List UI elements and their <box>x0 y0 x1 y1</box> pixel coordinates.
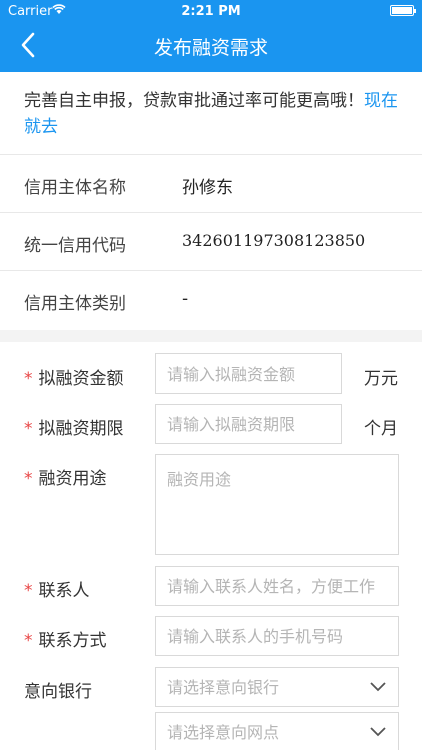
info-value: 342601197308123850 <box>182 231 366 250</box>
term-unit: 个月 <box>364 419 398 439</box>
info-label: 统一信用代码 <box>24 236 126 256</box>
amount-unit: 万元 <box>364 369 398 389</box>
branch-select-value: 请选择意向网点 <box>167 723 280 742</box>
term-label: * 拟融资期限 <box>24 414 124 439</box>
bank-select[interactable]: 请选择意向银行 <box>155 667 399 707</box>
term-label-text: 拟融资期限 <box>38 419 124 439</box>
required-mark: * <box>24 419 33 439</box>
info-label: 信用主体名称 <box>24 178 126 198</box>
required-mark: * <box>24 369 33 389</box>
nav-bar: Carrier 2:21 PM 发布融资需求 <box>0 0 422 72</box>
phone-label: * 联系方式 <box>24 626 107 651</box>
tip-text: 完善自主申报，贷款审批通过率可能更高哦！ <box>24 91 364 111</box>
amount-input[interactable]: 请输入拟融资金额 <box>155 353 342 394</box>
page-title: 发布融资需求 <box>153 37 268 59</box>
battery-icon <box>390 5 416 16</box>
info-row-category: 信用主体类别 - <box>0 271 422 329</box>
term-input[interactable]: 请输入拟融资期限 <box>155 404 342 444</box>
contact-input[interactable]: 请输入联系人姓名，方便工作 <box>155 566 399 606</box>
purpose-label: * 融资用途 <box>24 464 107 489</box>
info-row-code: 统一信用代码 342601197308123850 <box>0 213 422 271</box>
tip-banner: 完善自主申报，贷款审批通过率可能更高哦！现在就去 <box>0 72 422 154</box>
amount-label: * 拟融资金额 <box>24 364 124 389</box>
bank-select-value: 请选择意向银行 <box>167 678 280 697</box>
info-row-name: 信用主体名称 孙修东 <box>0 155 422 213</box>
section-gap <box>0 330 422 342</box>
branch-select[interactable]: 请选择意向网点 <box>155 712 399 750</box>
phone-label-text: 联系方式 <box>38 631 107 651</box>
clock: 2:21 PM <box>181 4 241 19</box>
chevron-down-icon <box>370 727 386 737</box>
bank-label: 意向银行 <box>24 682 92 702</box>
purpose-label-text: 融资用途 <box>38 469 107 489</box>
required-mark: * <box>24 631 33 651</box>
info-value: 孙修东 <box>182 178 233 198</box>
contact-label-text: 联系人 <box>38 581 90 601</box>
contact-label: * 联系人 <box>24 576 90 601</box>
phone-input[interactable]: 请输入联系人的手机号码 <box>155 616 399 656</box>
required-mark: * <box>24 581 33 601</box>
amount-label-text: 拟融资金额 <box>38 369 124 389</box>
purpose-textarea[interactable]: 融资用途 <box>155 454 399 555</box>
required-mark: * <box>24 469 33 489</box>
chevron-down-icon <box>370 682 386 692</box>
info-label: 信用主体类别 <box>24 294 126 314</box>
info-value: - <box>182 289 189 309</box>
status-bar: Carrier 2:21 PM <box>0 0 422 22</box>
